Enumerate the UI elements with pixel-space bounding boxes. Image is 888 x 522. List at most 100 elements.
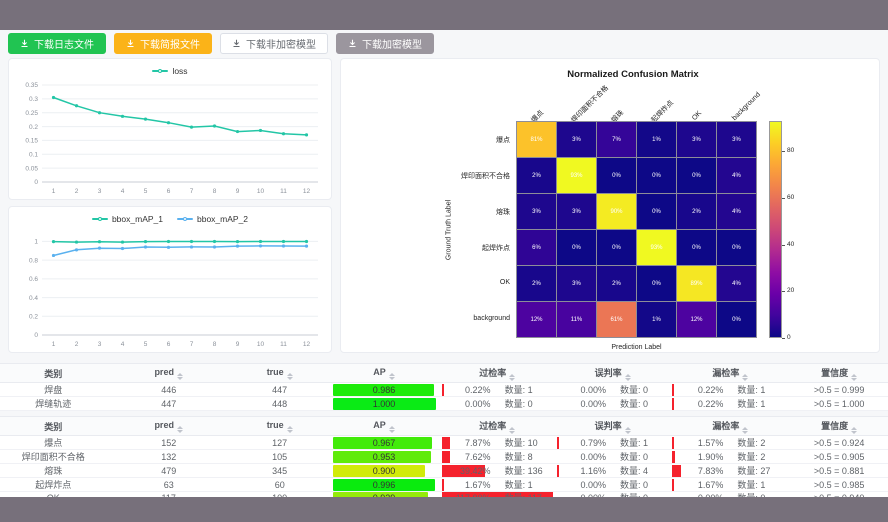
miss-detection-rate-percent: 1.57% xyxy=(672,437,723,449)
column-header-过检率[interactable]: 过检率 xyxy=(440,364,555,383)
sort-caret-icon[interactable] xyxy=(287,373,293,380)
misjudge-rate-cell: 1.16%数量: 4 xyxy=(555,464,670,478)
metrics-tables: 类别predtrueAP过检率误判率漏检率置信度焊盘4464470.9860.2… xyxy=(0,363,888,505)
column-header-误判率[interactable]: 误判率 xyxy=(555,417,670,436)
miss-detection-rate-count: 数量: 1 xyxy=(723,384,788,396)
column-header-true[interactable]: true xyxy=(231,364,329,383)
column-header-pred[interactable]: pred xyxy=(107,364,231,383)
ap-cell: 0.900 xyxy=(329,464,440,478)
svg-text:0: 0 xyxy=(34,332,38,339)
sort-caret-icon[interactable] xyxy=(389,426,395,433)
table-row: 起焊炸点63600.9961.67%数量: 10.00%数量: 01.67%数量… xyxy=(0,478,888,492)
column-header-pred[interactable]: pred xyxy=(107,417,231,436)
cm-cell: 0% xyxy=(717,302,756,337)
sort-caret-icon[interactable] xyxy=(742,427,748,434)
miss-detection-rate-percent: 0.22% xyxy=(672,384,723,396)
sort-caret-icon[interactable] xyxy=(851,427,857,434)
svg-text:0.3: 0.3 xyxy=(29,96,38,103)
cm-cell: 1% xyxy=(637,122,676,157)
sort-caret-icon[interactable] xyxy=(177,426,183,433)
svg-text:8: 8 xyxy=(213,341,217,348)
svg-text:0.8: 0.8 xyxy=(29,257,38,264)
confidence-cell: >0.5 = 0.999 xyxy=(790,383,888,397)
sort-caret-icon[interactable] xyxy=(389,373,395,380)
column-header-AP[interactable]: AP xyxy=(329,364,440,383)
sort-caret-icon[interactable] xyxy=(509,427,515,434)
ap-cell: 0.996 xyxy=(329,478,440,492)
sort-caret-icon[interactable] xyxy=(625,374,631,381)
class-name-cell: 起焊炸点 xyxy=(0,478,107,492)
download-report-button[interactable]: 下载简报文件 xyxy=(114,33,212,54)
over-detection-rate-cell: 0.22%数量: 1 xyxy=(440,383,555,397)
cm-cell: 2% xyxy=(517,158,556,193)
table-row: 焊盘4464470.9860.22%数量: 10.00%数量: 00.22%数量… xyxy=(0,383,888,397)
svg-text:7: 7 xyxy=(190,188,194,195)
svg-text:3: 3 xyxy=(98,341,102,348)
cm-row-label: 爆点 xyxy=(341,135,510,145)
svg-text:4: 4 xyxy=(121,341,125,348)
miss-detection-rate-cell: 0.22%数量: 1 xyxy=(670,383,790,397)
download-log-button[interactable]: 下载日志文件 xyxy=(8,33,106,54)
cm-cell: 6% xyxy=(517,230,556,265)
column-header-置信度[interactable]: 置信度 xyxy=(790,364,888,383)
sort-caret-icon[interactable] xyxy=(625,427,631,434)
map-chart-legend: bbox_mAP_1 bbox_mAP_2 xyxy=(12,211,328,227)
true-cell: 448 xyxy=(231,397,329,411)
column-header-类别: 类别 xyxy=(0,417,107,436)
over-detection-rate-count: 数量: 8 xyxy=(491,451,553,463)
over-detection-rate-percent: 0.00% xyxy=(442,398,491,410)
svg-text:6: 6 xyxy=(167,188,171,195)
legend-item-bbox_mAP_2[interactable]: bbox_mAP_2 xyxy=(177,214,248,224)
miss-detection-rate-percent: 7.83% xyxy=(672,465,723,477)
sort-caret-icon[interactable] xyxy=(742,374,748,381)
misjudge-rate-cell: 0.00%数量: 0 xyxy=(555,450,670,464)
over-detection-rate-count: 数量: 136 xyxy=(491,465,553,477)
confusion-matrix-card: Normalized Confusion Matrix 爆点爆点焊印面积不合格焊… xyxy=(340,58,880,353)
sort-caret-icon[interactable] xyxy=(287,426,293,433)
cm-cell: 7% xyxy=(597,122,636,157)
sort-caret-icon[interactable] xyxy=(509,374,515,381)
download-icon xyxy=(232,39,241,48)
class-name-cell: 焊盘 xyxy=(0,383,107,397)
column-header-过检率[interactable]: 过检率 xyxy=(440,417,555,436)
cm-colorbar-tick: 40 xyxy=(787,241,794,248)
cm-cell: 3% xyxy=(557,266,596,301)
miss-detection-rate-percent: 1.90% xyxy=(672,451,723,463)
column-header-误判率[interactable]: 误判率 xyxy=(555,364,670,383)
top-bar xyxy=(0,0,888,30)
confidence-cell: >0.5 = 0.985 xyxy=(790,478,888,492)
legend-item-bbox_mAP_1[interactable]: bbox_mAP_1 xyxy=(92,214,163,224)
cm-cell: 0% xyxy=(637,158,676,193)
left-chart-column: loss 00.050.10.150.20.250.30.35123456789… xyxy=(8,58,332,353)
button-label: 下载简报文件 xyxy=(140,36,200,51)
ap-cell: 0.967 xyxy=(329,436,440,450)
cm-cell: 0% xyxy=(557,230,596,265)
sort-caret-icon[interactable] xyxy=(851,374,857,381)
legend-ring-icon xyxy=(158,69,162,73)
legend-ring-icon xyxy=(98,217,102,221)
cm-cell: 81% xyxy=(517,122,556,157)
misjudge-rate-percent: 0.00% xyxy=(557,398,606,410)
svg-text:4: 4 xyxy=(121,188,125,195)
column-header-漏检率[interactable]: 漏检率 xyxy=(670,364,790,383)
cm-cell: 90% xyxy=(597,194,636,229)
toolbar: 下载日志文件 下载简报文件 下载非加密模型下载加密模型 xyxy=(8,33,434,54)
svg-text:0: 0 xyxy=(34,179,38,186)
svg-text:6: 6 xyxy=(167,341,171,348)
column-header-AP[interactable]: AP xyxy=(329,417,440,436)
svg-text:10: 10 xyxy=(257,341,265,348)
svg-text:1: 1 xyxy=(34,239,38,246)
map-line-chart: 00.20.40.60.81123456789101112 xyxy=(12,227,328,350)
column-header-漏检率[interactable]: 漏检率 xyxy=(670,417,790,436)
over-detection-rate-count: 数量: 1 xyxy=(491,384,553,396)
sort-caret-icon[interactable] xyxy=(177,373,183,380)
svg-text:0.2: 0.2 xyxy=(29,313,38,320)
misjudge-rate-percent: 0.00% xyxy=(557,479,606,491)
download-plain-model-button[interactable]: 下载非加密模型 xyxy=(220,33,328,54)
column-header-true[interactable]: true xyxy=(231,417,329,436)
misjudge-rate-percent: 0.00% xyxy=(557,451,606,463)
misjudge-rate-count: 数量: 1 xyxy=(606,437,668,449)
legend-item-loss[interactable]: loss xyxy=(152,66,187,76)
column-header-置信度[interactable]: 置信度 xyxy=(790,417,888,436)
download-encrypted-model-button[interactable]: 下载加密模型 xyxy=(336,33,434,54)
